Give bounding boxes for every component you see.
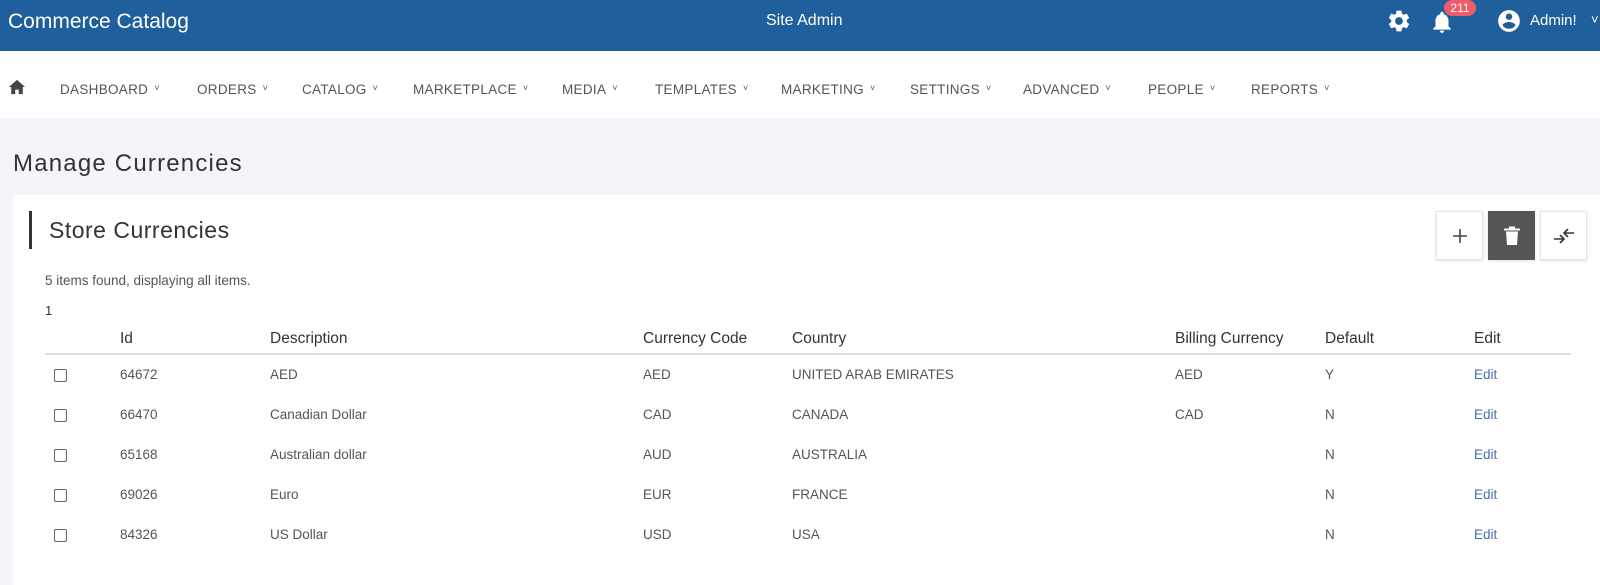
edit-link[interactable]: Edit [1474,367,1497,382]
table-row: 69026 Euro EUR FRANCE N Edit [45,475,1571,515]
chevron-down-icon: ˅ [1209,83,1216,93]
cell-id: 65168 [120,447,158,462]
cell-description: Canadian Dollar [270,407,367,422]
page-title: Manage Currencies [13,150,243,177]
column-header-country[interactable]: Country [792,330,846,348]
delete-currency-button[interactable] [1488,211,1535,260]
edit-link[interactable]: Edit [1474,407,1497,422]
nav-media[interactable]: MEDIA ˅ [562,82,618,97]
cell-default: N [1325,407,1335,422]
cell-id: 64672 [120,367,158,382]
row-checkbox[interactable] [54,529,67,542]
site-admin-title: Site Admin [766,12,843,29]
edit-link[interactable]: Edit [1474,487,1497,502]
chevron-down-icon: ˅ [154,83,160,93]
nav-orders[interactable]: ORDERS ˅ [197,82,268,97]
cell-id: 66470 [120,407,158,422]
column-header-edit: Edit [1474,330,1501,347]
nav-templates[interactable]: TEMPLATES ˅ [655,82,749,97]
table-row: 65168 Australian dollar AUD AUSTRALIA N … [45,435,1571,475]
edit-link[interactable]: Edit [1474,527,1497,542]
chevron-down-icon: ˅ [262,83,269,93]
cell-currency-code: CAD [643,407,672,422]
cell-billing-currency: CAD [1175,407,1204,422]
top-header: Commerce Catalog Site Admin 211 Admin! ˅ [0,0,1600,51]
cell-default: N [1325,487,1335,502]
user-menu-name[interactable]: Admin! [1530,12,1577,29]
cell-country: CANADA [792,407,849,422]
store-currencies-card: Store Currencies 5 items found, displayi… [13,195,1600,585]
column-header-billing-currency[interactable]: Billing Currency [1175,330,1284,348]
cell-default: N [1325,447,1335,462]
title-accent-bar [29,211,32,249]
cell-country: AUSTRALIA [792,447,868,462]
chevron-down-icon: ˅ [372,83,379,93]
row-checkbox[interactable] [54,369,67,382]
cell-currency-code: AED [643,367,671,382]
chevron-down-icon: ˅ [985,83,992,93]
trash-icon [1503,226,1520,245]
table-row: 84326 US Dollar USD USA N Edit [45,515,1571,555]
cell-description: Australian dollar [270,447,367,462]
card-title: Store Currencies [49,217,230,243]
column-header-default[interactable]: Default [1325,330,1374,348]
column-header-id[interactable]: Id [120,330,133,348]
chevron-down-icon: ˅ [869,83,876,93]
chevron-down-icon: ˅ [1324,83,1330,93]
main-navigation: DASHBOARD ˅ ORDERS ˅ CATALOG ˅ MARKETPLACE ˅… [0,51,1600,118]
home-icon[interactable] [8,79,26,95]
chevron-down-icon: ˅ [1105,83,1111,93]
notification-badge[interactable]: 211 [1444,0,1476,16]
table-header: Id Description Currency Code Country Bil… [45,321,1571,355]
nav-advanced[interactable]: ADVANCED ˅ [1023,82,1111,97]
cell-country: FRANCE [792,487,848,502]
cell-default: Y [1325,367,1335,382]
row-checkbox[interactable] [54,449,67,462]
arrows-swap-icon [1553,227,1574,244]
cell-description: AED [270,367,298,382]
column-header-description[interactable]: Description [270,330,348,348]
chevron-down-icon: ˅ [522,83,529,93]
table-row: 66470 Canadian Dollar CAD CANADA CAD N E… [45,395,1571,435]
items-found-text: 5 items found, displaying all items. [45,273,251,288]
nav-marketplace[interactable]: MARKETPLACE ˅ [413,82,528,97]
cell-country: USA [792,527,820,542]
cell-id: 84326 [120,527,158,542]
pagination-page[interactable]: 1 [45,303,52,318]
cell-description: Euro [270,487,299,502]
plus-icon [1452,228,1467,243]
cell-currency-code: USD [643,527,672,542]
row-checkbox[interactable] [54,489,67,502]
currencies-table: Id Description Currency Code Country Bil… [45,321,1571,555]
add-currency-button[interactable] [1436,211,1483,260]
nav-marketing[interactable]: MARKETING ˅ [781,82,876,97]
chevron-down-icon: ˅ [612,83,618,93]
row-checkbox[interactable] [54,409,67,422]
swap-button[interactable] [1540,211,1587,260]
cell-currency-code: EUR [643,487,672,502]
table-row: 64672 AED AED UNITED ARAB EMIRATES AED Y… [45,355,1571,395]
cell-country: UNITED ARAB EMIRATES [792,367,954,382]
chevron-down-icon[interactable]: ˅ [1591,12,1599,27]
nav-catalog[interactable]: CATALOG ˅ [302,82,378,97]
cell-billing-currency: AED [1175,367,1203,382]
gear-icon[interactable] [1386,8,1412,34]
cell-description: US Dollar [270,527,328,542]
column-header-currency-code[interactable]: Currency Code [643,330,747,348]
nav-reports[interactable]: REPORTS ˅ [1251,82,1330,97]
chevron-down-icon: ˅ [742,83,749,93]
cell-default: N [1325,527,1335,542]
nav-settings[interactable]: SETTINGS ˅ [910,82,991,97]
app-title[interactable]: Commerce Catalog [8,10,189,34]
cell-currency-code: AUD [643,447,672,462]
nav-people[interactable]: PEOPLE ˅ [1148,82,1215,97]
user-circle-icon[interactable] [1496,8,1522,34]
nav-dashboard[interactable]: DASHBOARD ˅ [60,82,160,97]
edit-link[interactable]: Edit [1474,447,1497,462]
cell-id: 69026 [120,487,158,502]
